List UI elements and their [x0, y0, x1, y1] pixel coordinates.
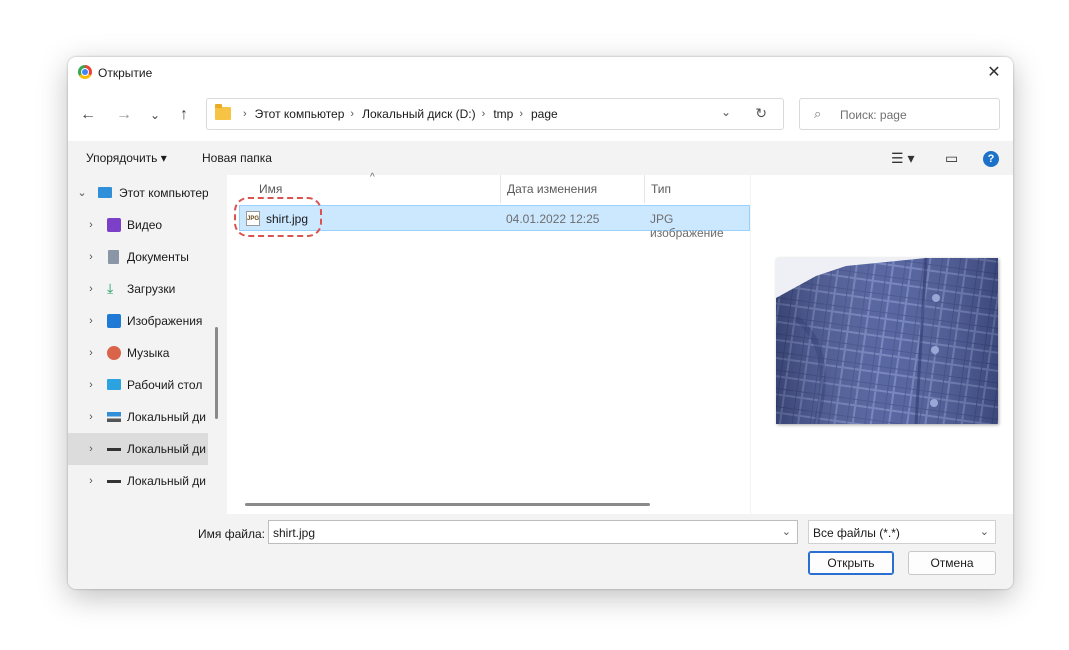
preview-pane-icon[interactable]: ▭ [945, 150, 958, 167]
new-folder-button[interactable]: Новая папка [202, 151, 272, 165]
chevron-right-icon[interactable]: › [85, 433, 97, 465]
filename-value[interactable]: shirt.jpg [273, 526, 315, 540]
sidebar-item-label: Рабочий стол [127, 378, 203, 392]
folder-icon [215, 104, 231, 120]
open-button[interactable]: Открыть [808, 551, 894, 575]
download-icon: ⤓ [107, 280, 114, 296]
sidebar-item-documents[interactable]: › Документы [68, 241, 208, 273]
breadcrumb-local-disk-d[interactable]: Локальный диск (D:) [362, 99, 476, 129]
view-options-icon[interactable]: ☰ ▾ [891, 150, 914, 167]
sidebar-item-local-disk-e[interactable]: › Локальный ди [68, 465, 208, 497]
sidebar-item-label: Музыка [127, 346, 170, 360]
jpg-file-icon: JPG [246, 211, 260, 226]
breadcrumb: › Этот компьютер › Локальный диск (D:) ›… [237, 99, 558, 129]
chevron-right-icon[interactable]: › [85, 369, 97, 401]
file-type: JPG изображение [650, 212, 724, 240]
sidebar-item-music[interactable]: › Музыка [68, 337, 208, 369]
chevron-down-icon[interactable]: ⌄ [76, 177, 88, 209]
column-divider[interactable] [644, 175, 645, 203]
breadcrumb-page[interactable]: page [531, 99, 558, 129]
breadcrumb-this-pc[interactable]: Этот компьютер [255, 99, 345, 129]
desktop-icon [107, 379, 121, 390]
breadcrumb-tmp[interactable]: tmp [493, 99, 513, 129]
chrome-icon [78, 65, 92, 79]
organize-button[interactable]: Упорядочить ▾ [86, 151, 167, 165]
file-date: 04.01.2022 12:25 [506, 212, 600, 226]
sidebar-item-local-disk-d[interactable]: › Локальный ди [68, 433, 208, 465]
sidebar-item-label: Локальный ди [127, 410, 206, 424]
cancel-button[interactable]: Отмена [908, 551, 996, 575]
column-header-date[interactable]: Дата изменения [507, 175, 597, 203]
address-bar[interactable]: › Этот компьютер › Локальный диск (D:) ›… [206, 98, 784, 130]
chevron-down-icon[interactable]: ⌄ [980, 525, 989, 538]
filename-field[interactable]: shirt.jpg ⌄ [268, 520, 798, 544]
search-icon: ⌕ [814, 106, 822, 121]
file-type-selected[interactable]: Все файлы (*.*) [813, 526, 900, 540]
chevron-right-icon[interactable]: › [85, 465, 97, 497]
close-button[interactable]: ✕ [983, 62, 1005, 84]
sidebar-item-desktop[interactable]: › Рабочий стол [68, 369, 208, 401]
horizontal-scrollbar[interactable] [245, 503, 650, 506]
chevron-right-icon[interactable]: › [85, 337, 97, 369]
address-dropdown-icon[interactable]: ⌄ [721, 105, 731, 119]
sidebar-item-downloads[interactable]: › ⤓ Загрузки [68, 273, 208, 305]
sidebar-item-label: Локальный ди [127, 474, 206, 488]
bottom-panel: Имя файла: shirt.jpg ⌄ Все файлы (*.*) ⌄… [68, 514, 1013, 589]
chevron-right-icon[interactable]: › [85, 209, 97, 241]
drive-icon [107, 480, 121, 483]
computer-icon [98, 187, 112, 198]
recent-locations-button[interactable]: ⌄ [143, 105, 167, 125]
refresh-icon[interactable]: ↻ [755, 105, 767, 122]
file-type-select[interactable]: Все файлы (*.*) ⌄ [808, 520, 996, 544]
sidebar-item-label: Документы [127, 250, 189, 264]
title-bar: Открытие ✕ [68, 57, 1013, 89]
chevron-right-icon[interactable]: › [85, 305, 97, 337]
filename-label: Имя файла: [198, 527, 265, 541]
shirt-preview-image [776, 258, 998, 424]
column-header-type[interactable]: Тип [651, 175, 671, 203]
video-icon [107, 218, 121, 232]
music-icon [107, 346, 121, 360]
sidebar-item-this-pc[interactable]: ⌄ Этот компьютер [68, 177, 208, 209]
sidebar-item-label: Этот компьютер [119, 186, 208, 200]
forward-button[interactable]: → [112, 105, 136, 125]
drive-icon [107, 448, 121, 451]
sidebar-scrollbar[interactable] [215, 327, 218, 419]
table-row[interactable]: JPG shirt.jpg 04.01.2022 12:25 JPG изобр… [239, 205, 750, 240]
dialog-title: Открытие [98, 66, 153, 80]
navigation-pane: ⌄ Этот компьютер › Видео › Документы › ⤓… [68, 175, 220, 514]
up-button[interactable]: ↑ [172, 105, 196, 125]
back-button[interactable]: ← [76, 105, 100, 125]
sort-ascending-icon: ^ [370, 172, 375, 183]
column-header-name[interactable]: Имя [259, 175, 282, 203]
sidebar-item-label: Загрузки [127, 282, 176, 296]
file-name: shirt.jpg [266, 212, 309, 226]
sidebar-item-label: Видео [127, 218, 163, 232]
chevron-right-icon[interactable]: › [85, 241, 97, 273]
sidebar-item-label: Локальный ди [127, 442, 206, 456]
search-box[interactable]: ⌕ Поиск: page [799, 98, 1000, 130]
sidebar-item-label: Изображения [127, 314, 203, 328]
document-icon [108, 250, 119, 264]
navigation-bar: ← → ⌄ ↑ › Этот компьютер › Локальный дис… [68, 89, 1013, 141]
chevron-right-icon[interactable]: › [85, 273, 97, 305]
preview-pane [751, 175, 1013, 514]
sidebar-item-video[interactable]: › Видео [68, 209, 208, 241]
sidebar-item-pictures[interactable]: › Изображения [68, 305, 208, 337]
column-divider[interactable] [500, 175, 501, 203]
file-open-dialog: Открытие ✕ ← → ⌄ ↑ › Этот компьютер › Ло… [68, 57, 1013, 589]
sidebar-item-local-disk-c[interactable]: › Локальный ди [68, 401, 208, 433]
search-input[interactable]: Поиск: page [840, 108, 907, 122]
pictures-icon [107, 314, 121, 328]
drive-system-icon [107, 412, 121, 422]
help-icon[interactable]: ? [983, 151, 999, 167]
file-list: Имя ^ Дата изменения Тип JPG shirt.jpg 0… [227, 172, 750, 514]
chevron-right-icon[interactable]: › [85, 401, 97, 433]
chevron-down-icon[interactable]: ⌄ [782, 525, 791, 538]
command-bar: Упорядочить ▾ Новая папка ☰ ▾ ▭ ? [68, 141, 1013, 175]
